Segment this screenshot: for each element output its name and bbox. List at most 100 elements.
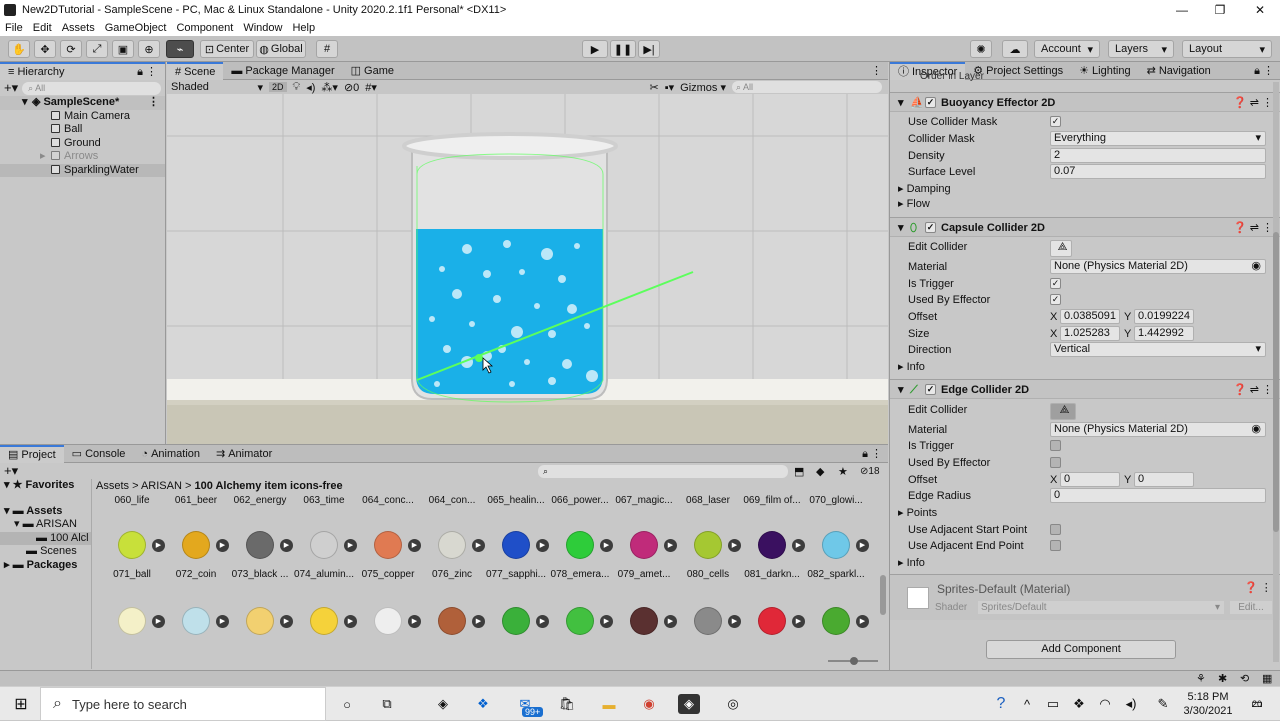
battery-icon[interactable]: ▭ [1042,694,1064,714]
surface-level-field[interactable]: 0.07 [1050,164,1266,179]
tab-navigation[interactable]: ⇄ Navigation [1139,62,1219,80]
filter-type-icon[interactable]: ⬒ [794,465,804,478]
chrome-icon[interactable]: ◉ [638,694,660,714]
hierarchy-item-main-camera[interactable]: Main Camera [0,110,165,124]
tree-packages[interactable]: ▸ ▬ Packages [0,559,91,573]
expand-sprite-icon[interactable]: ▶ [408,539,421,552]
more-icon[interactable]: ⋮ [871,64,882,77]
unity-editor-icon[interactable]: ◈ [678,694,700,714]
flow-foldout[interactable]: ▸ Flow [898,196,930,212]
scrollbar[interactable] [880,575,886,615]
shader-dropdown[interactable]: Sprites/Default ▾ [978,601,1224,614]
thumbnail-size-slider[interactable] [828,657,878,665]
layers-dropdown[interactable]: Layers ▾ [1108,40,1174,58]
add-icon[interactable]: +▾ [4,463,18,479]
asset-thumbnail[interactable] [560,601,600,641]
close-button[interactable]: ✕ [1240,0,1280,20]
tab-hierarchy[interactable]: ≡ Hierarchy 🔒︎ ⋮ [0,61,165,81]
tab-lighting[interactable]: ☀ Lighting [1071,62,1138,80]
used-by-effector-checkbox[interactable]: ✓ [1050,294,1061,305]
buoyancy-header[interactable]: ▾ ⛵ ✓ Buoyancy Effector 2D ❓ ⇌ ⋮ [890,92,1280,112]
size-x-field[interactable]: 1.025283 [1060,326,1120,341]
tab-package-manager[interactable]: ▬ Package Manager [223,62,342,80]
expand-sprite-icon[interactable]: ▶ [280,539,293,552]
custom-tool-icon[interactable]: ⌁ [166,40,194,58]
pivot-center-button[interactable]: ⊡ Center [200,40,254,58]
menu-edit[interactable]: Edit [28,22,57,34]
expand-sprite-icon[interactable]: ▶ [280,615,293,628]
asset-thumbnail[interactable] [176,601,216,641]
hierarchy-scene-row[interactable]: ▾ ◈ SampleScene* ⋮ [0,96,165,110]
tab-game[interactable]: ◫ Game [343,62,402,80]
expand-sprite-icon[interactable]: ▶ [152,539,165,552]
expand-arrow-icon[interactable]: ▸ [40,150,46,164]
show-hidden-icons[interactable]: ^ [1016,694,1038,714]
grid-settings-icon[interactable]: #▾ [365,81,377,94]
foldout-icon[interactable]: ▾ [898,218,904,238]
asset-thumbnail[interactable] [816,601,856,641]
scale-tool-icon[interactable]: ⤢ [86,40,108,58]
pen-icon[interactable]: ✎ [1152,694,1174,714]
asset-thumbnail[interactable] [752,525,792,565]
volume-icon[interactable]: ◂) [1120,694,1142,714]
foldout-icon[interactable]: ▾ [898,93,904,113]
capsule-collider-header[interactable]: ▾ ⬯ ✓ Capsule Collider 2D ❓ ⇌ ⋮ [890,217,1280,237]
breadcrumb-assets[interactable]: Assets [96,480,129,492]
hierarchy-item-arrows[interactable]: ▸ Arrows [0,150,165,164]
use-collider-mask-checkbox[interactable]: ✓ [1050,116,1061,127]
dropbox-tray-icon[interactable]: ❖ [1068,694,1090,714]
tools-icon[interactable]: ✂ [650,81,659,94]
expand-sprite-icon[interactable]: ▶ [408,615,421,628]
asset-thumbnail[interactable] [560,525,600,565]
edge-material-field[interactable]: None (Physics Material 2D) ◉ [1050,422,1266,437]
asset-thumbnail[interactable] [496,601,536,641]
hierarchy-item-sparklingwater[interactable]: SparklingWater [0,163,165,177]
asset-thumbnail[interactable] [112,525,152,565]
minimize-button[interactable]: — [1162,0,1202,20]
layout-dropdown[interactable]: Layout ▾ [1182,40,1272,58]
menu-window[interactable]: Window [238,22,287,34]
asset-thumbnail[interactable] [240,525,280,565]
direction-dropdown[interactable]: Vertical ▾ [1050,342,1266,357]
menu-file[interactable]: File [0,22,28,34]
maximize-button[interactable]: ❐ [1200,0,1240,20]
asset-thumbnail[interactable] [432,525,472,565]
tab-animator[interactable]: ⇉ Animator [208,445,280,463]
project-search-input[interactable]: ⌕ [538,464,788,478]
bug-icon[interactable]: ✱ [1218,672,1227,685]
breadcrumb-arisan[interactable]: ARISAN [141,480,182,492]
expand-sprite-icon[interactable]: ▶ [216,615,229,628]
audio-icon[interactable]: ◂) [306,81,315,94]
expand-sprite-icon[interactable]: ▶ [664,615,677,628]
expand-sprite-icon[interactable]: ▶ [728,539,741,552]
favorite-star-icon[interactable]: ★ [838,465,848,478]
expand-sprite-icon[interactable]: ▶ [152,615,165,628]
mode-2d-toggle[interactable]: 2D [269,82,287,92]
tab-project[interactable]: ▤ Project [0,444,64,463]
material-menu-icons[interactable]: ❓ ⋮ [1244,581,1272,594]
edge-used-by-effector-checkbox[interactable] [1050,457,1061,468]
help-icon[interactable]: ? [990,694,1012,714]
tree-scenes[interactable]: ▬ Scenes [0,545,91,559]
visibility-icon[interactable]: ⊘0 [344,81,359,94]
cache-icon[interactable]: ▦ [1262,672,1272,685]
edge-info-foldout[interactable]: ▸ Info [898,555,925,571]
tree-arisan[interactable]: ▾ ▬ ARISAN [0,518,91,532]
component-enabled-checkbox[interactable]: ✓ [925,384,936,395]
play-button[interactable]: ▶ [582,40,608,58]
dropbox-icon[interactable]: ❖ [472,694,494,714]
lock-icon[interactable]: 🔒︎ ⋮ [137,63,157,81]
component-menu-icons[interactable]: ❓ ⇌ ⋮ [1233,218,1273,238]
asset-thumbnail[interactable] [624,601,664,641]
add-component-button[interactable]: Add Component [986,640,1176,659]
edge-offset-x-field[interactable]: 0 [1060,472,1120,487]
edge-collider-header[interactable]: ▾ ⟋ ✓ Edge Collider 2D ❓ ⇌ ⋮ [890,379,1280,399]
adjacent-start-checkbox[interactable] [1050,524,1061,535]
menu-help[interactable]: Help [287,22,320,34]
expand-sprite-icon[interactable]: ▶ [600,539,613,552]
obs-icon[interactable]: ◎ [722,694,744,714]
points-foldout[interactable]: ▸ Points [898,505,937,521]
unity-hub-icon[interactable]: ◈ [432,694,454,714]
asset-thumbnail[interactable] [304,601,344,641]
edge-point-handle[interactable] [475,354,483,362]
